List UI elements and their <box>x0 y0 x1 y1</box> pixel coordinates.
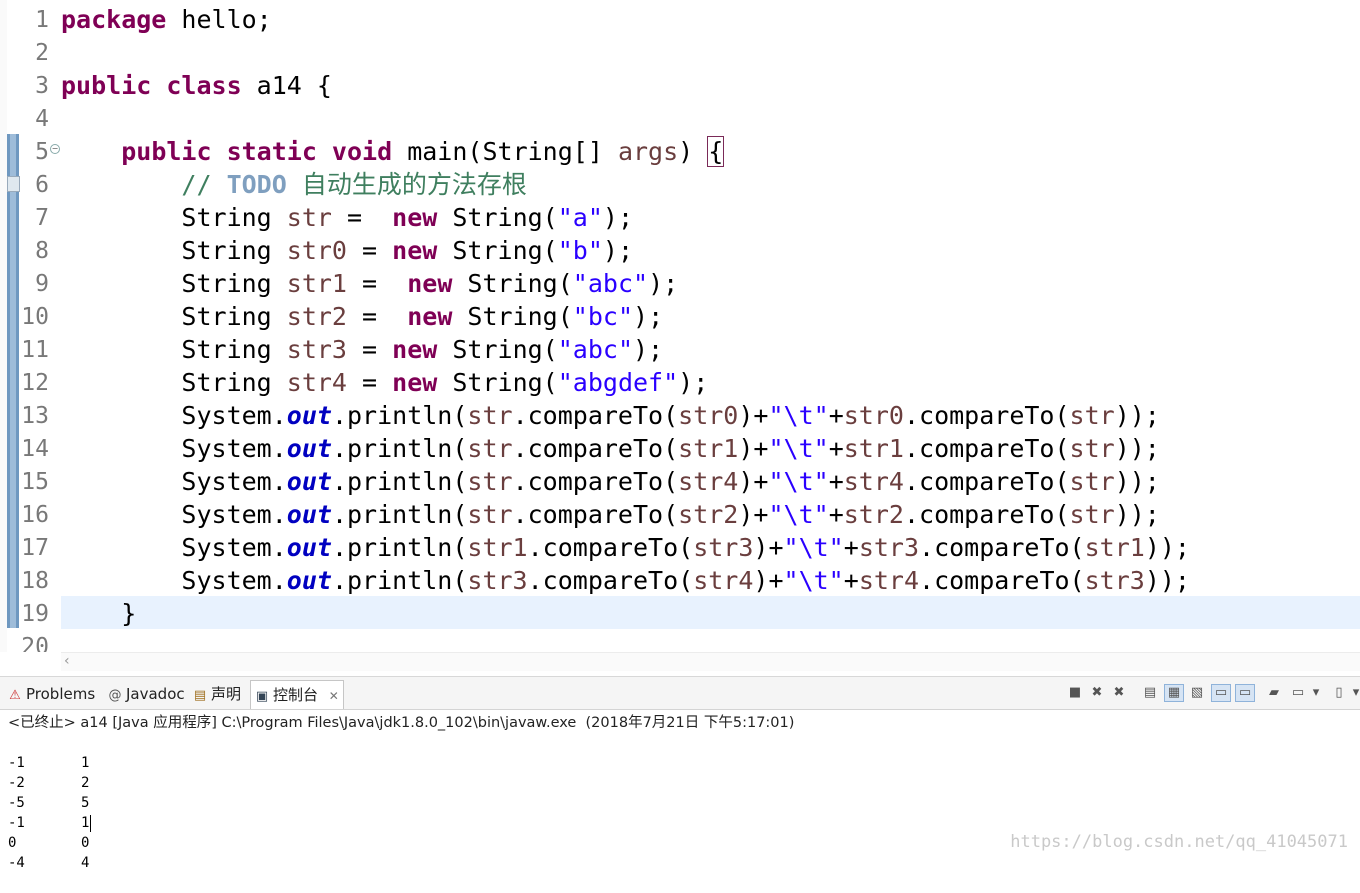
remove-all-terminated-icon[interactable]: ✖ <box>1110 685 1128 701</box>
chevron-down-icon[interactable]: ▾ <box>1347 685 1360 701</box>
matching-bracket: { <box>707 136 725 167</box>
problems-icon: ⚠ <box>9 688 21 703</box>
pin-console-icon[interactable]: ▰ <box>1265 685 1283 701</box>
output-row: -5 5 <box>8 795 90 811</box>
output-row: -4 4 <box>8 855 90 871</box>
code-line-10: 10 String str2 = new String("bc"); <box>0 300 1360 333</box>
scroll-lock-icon[interactable]: ▦ <box>1164 684 1184 702</box>
code-line-19: 19 } <box>0 597 1360 630</box>
line-number: 16 <box>21 502 49 528</box>
clear-console-icon[interactable]: ▤ <box>1141 685 1159 701</box>
display-console-icon[interactable]: ▭ <box>1289 685 1307 701</box>
scroll-left-icon[interactable]: ‹ <box>64 653 70 669</box>
code-line-13: 13 System.out.println(str.compareTo(str0… <box>0 399 1360 432</box>
close-tab-icon[interactable]: ✕ <box>329 689 339 703</box>
tab-console[interactable]: ▣ 控制台 ✕ <box>250 680 344 709</box>
code-line-4: 4 <box>0 102 1360 135</box>
line-number: 19 <box>21 601 49 627</box>
show-on-stdout-icon[interactable]: ▭ <box>1211 684 1231 702</box>
code-editor[interactable]: 1 package hello; 2 3 public class a14 { … <box>0 0 1360 652</box>
line-number: 10 <box>21 304 49 330</box>
code-line-3: 3 public class a14 { <box>0 69 1360 102</box>
javadoc-icon: @ <box>108 688 122 703</box>
tab-declaration[interactable]: ▤ 声明 <box>193 682 241 706</box>
console-icon: ▣ <box>255 689 269 704</box>
code-line-9: 9 String str1 = new String("abc"); <box>0 267 1360 300</box>
line-number: 2 <box>35 40 49 66</box>
remove-launch-icon[interactable]: ✖ <box>1088 685 1106 701</box>
word-wrap-icon[interactable]: ▧ <box>1188 685 1206 701</box>
declaration-icon: ▤ <box>193 688 207 703</box>
line-number: 3 <box>35 73 49 99</box>
watermark: https://blog.csdn.net/qq_41045071 <box>1010 832 1348 852</box>
line-number: 6 <box>35 172 49 198</box>
open-console-icon[interactable]: ▯ <box>1330 685 1348 701</box>
code-line-14: 14 System.out.println(str.compareTo(str1… <box>0 432 1360 465</box>
code-line-7: 7 String str = new String("a"); <box>0 201 1360 234</box>
code-line-20: 20 <box>0 630 1360 652</box>
code-line-18: 18 System.out.println(str3.compareTo(str… <box>0 564 1360 597</box>
code-line-12: 12 String str4 = new String("abgdef"); <box>0 366 1360 399</box>
fold-collapse-icon[interactable]: − <box>50 144 60 154</box>
code-line-8: 8 String str0 = new String("b"); <box>0 234 1360 267</box>
chevron-down-icon[interactable]: ▾ <box>1307 685 1325 701</box>
output-row: -1 1 <box>8 815 90 831</box>
output-row: -1 1 <box>8 755 90 771</box>
line-number: 9 <box>35 271 49 297</box>
line-number: 5 <box>35 139 49 165</box>
bottom-panel: ⚠ Problems @ Javadoc ▤ 声明 ▣ 控制台 ✕ ■ ✖ ✖ ▤ ▦ … <box>0 676 1360 871</box>
line-number: 4 <box>35 106 49 132</box>
code-line-2: 2 <box>0 36 1360 69</box>
code-line-6: 6 // TODO 自动生成的方法存根 <box>0 168 1360 201</box>
code-line-5: 5 − public static void main(String[] arg… <box>0 135 1360 168</box>
view-tab-bar: ⚠ Problems @ Javadoc ▤ 声明 ▣ 控制台 ✕ ■ ✖ ✖ ▤ ▦ … <box>0 677 1360 710</box>
code-line-15: 15 System.out.println(str.compareTo(str4… <box>0 465 1360 498</box>
show-on-stderr-icon[interactable]: ▭ <box>1235 684 1255 702</box>
line-number: 17 <box>21 535 49 561</box>
code-line-16: 16 System.out.println(str.compareTo(str2… <box>0 498 1360 531</box>
line-number: 14 <box>21 436 49 462</box>
line-number: 12 <box>21 370 49 396</box>
tab-javadoc[interactable]: @ Javadoc <box>108 682 185 706</box>
line-number: 20 <box>21 634 49 652</box>
line-number: 8 <box>35 238 49 264</box>
terminate-icon[interactable]: ■ <box>1066 685 1084 701</box>
line-number: 18 <box>21 568 49 594</box>
line-number: 13 <box>21 403 49 429</box>
tab-problems[interactable]: ⚠ Problems <box>8 682 95 706</box>
output-row: 00 <box>8 835 90 851</box>
line-number: 7 <box>35 205 49 231</box>
process-status-line: <已终止> a14 [Java 应用程序] C:\Program Files\J… <box>8 715 795 731</box>
code-line-11: 11 String str3 = new String("abc"); <box>0 333 1360 366</box>
code-line-1: 1 package hello; <box>0 3 1360 36</box>
line-number: 1 <box>35 7 49 33</box>
code-line-17: 17 System.out.println(str1.compareTo(str… <box>0 531 1360 564</box>
line-number: 15 <box>21 469 49 495</box>
output-row: -2 2 <box>8 775 90 791</box>
text-caret <box>90 815 91 832</box>
line-number: 11 <box>21 337 49 363</box>
horizontal-scrollbar[interactable]: ‹ <box>61 652 1360 671</box>
